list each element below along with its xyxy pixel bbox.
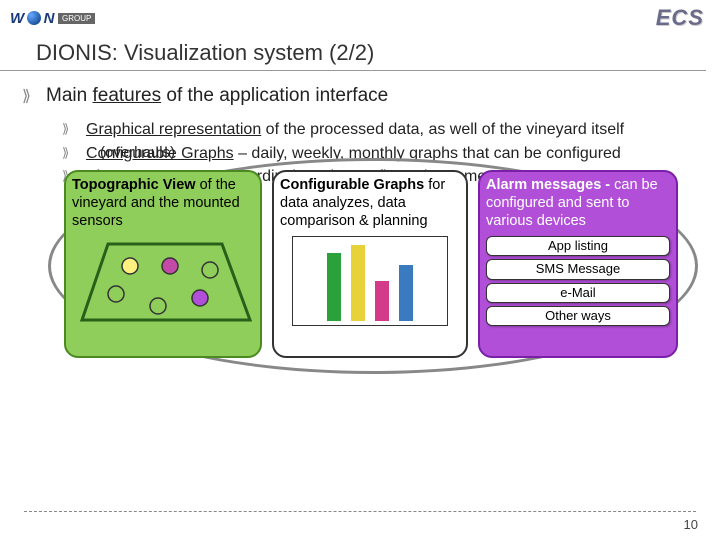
app-item: SMS Message <box>486 259 670 279</box>
main-underlined: features <box>92 85 161 106</box>
card-alarm: Alarm messages - can be configured and s… <box>478 170 678 358</box>
app-list: App listing SMS Message e-Mail Other way… <box>486 236 670 326</box>
card-topographic: Topographic View of the vineyard and the… <box>64 170 262 358</box>
title-prefix: DIONIS: <box>36 40 118 65</box>
card-text: Alarm messages - can be configured and s… <box>486 176 670 230</box>
list-item: ⟫ Graphical representation of the proces… <box>62 119 696 141</box>
bullet-icon: ⟫ <box>62 119 76 141</box>
main-prefix: Main <box>46 85 92 106</box>
header: W N GROUP ECS <box>0 0 720 34</box>
card-text: Topographic View of the vineyard and the… <box>72 176 254 230</box>
card-graphs: Configurable Graphs for data analyzes, d… <box>272 170 468 358</box>
bullet-icon: ⟫ <box>22 85 36 109</box>
main-feature-line: ⟫ Main features of the application inter… <box>22 85 696 109</box>
list-label: Graphical representation <box>86 121 261 138</box>
page-number: 10 <box>684 517 698 532</box>
chart-bar <box>375 281 389 321</box>
brand-prefix: W <box>10 10 24 27</box>
card-title: Topographic View <box>72 177 196 193</box>
chart-bar <box>399 265 413 321</box>
list-text: Graphical representation of the processe… <box>86 119 624 141</box>
content: ⟫ Main features of the application inter… <box>0 71 720 394</box>
card-text: Configurable Graphs for data analyzes, d… <box>280 176 460 230</box>
overhaul-label: (overhauls) <box>100 144 175 161</box>
card-title: Configurable Graphs <box>280 177 424 193</box>
globe-icon <box>27 11 41 25</box>
list-rest: of the processed data, as well of the vi… <box>261 121 624 138</box>
app-item: e-Mail <box>486 283 670 303</box>
footer-divider <box>24 511 696 512</box>
bar-chart <box>292 236 448 326</box>
group-badge: GROUP <box>58 13 95 24</box>
brand-suffix: N <box>44 10 54 27</box>
cards-row: Topographic View of the vineyard and the… <box>64 170 678 358</box>
main-suffix: of the application interface <box>161 85 388 106</box>
title-rest: Visualization system (2/2) <box>118 40 374 65</box>
app-item: App listing <box>486 236 670 256</box>
logo-right: ECS <box>656 5 704 31</box>
logo-left: W N GROUP <box>10 10 95 27</box>
chart-bar <box>327 253 341 321</box>
topographic-icon <box>72 236 256 328</box>
card-title: Alarm messages - <box>486 177 610 193</box>
vineyard-scene <box>72 236 256 324</box>
main-text: Main features of the application interfa… <box>46 85 388 107</box>
chart-bar <box>351 245 365 321</box>
page-title: DIONIS: Visualization system (2/2) <box>0 34 706 71</box>
app-item: Other ways <box>486 306 670 326</box>
cards-area: (overhauls) Topographic View of the vine… <box>50 162 692 394</box>
